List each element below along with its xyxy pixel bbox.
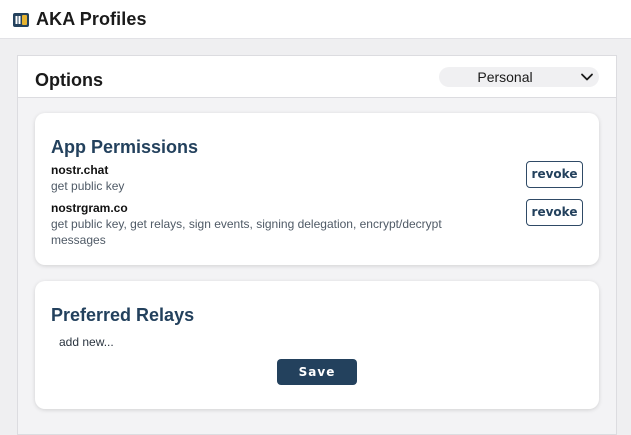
revoke-button-nostrgram-co[interactable]: revoke bbox=[526, 199, 583, 226]
permission-item-nostr-chat: nostr.chat get public key bbox=[51, 163, 591, 194]
options-title: Options bbox=[35, 70, 103, 90]
profile-select[interactable]: Personal bbox=[439, 67, 599, 87]
app-permissions-card: App Permissions nostr.chat get public ke… bbox=[35, 113, 599, 265]
permission-host: nostrgram.co bbox=[51, 201, 128, 215]
profile-select-value: Personal bbox=[477, 69, 533, 85]
preferred-relays-card: Preferred Relays add new... Save bbox=[35, 281, 599, 409]
app-title: AKA Profiles bbox=[36, 9, 147, 29]
add-relay-input[interactable]: add new... bbox=[59, 335, 114, 349]
preferred-relays-title: Preferred Relays bbox=[51, 305, 195, 325]
permission-scopes: get public key bbox=[51, 179, 125, 193]
revoke-button-nostr-chat[interactable]: revoke bbox=[526, 161, 583, 188]
chevron-down-icon bbox=[581, 73, 593, 81]
permission-host: nostr.chat bbox=[51, 163, 109, 177]
permission-scopes: get public key, get relays, sign events,… bbox=[51, 217, 442, 247]
app-permissions-title: App Permissions bbox=[51, 137, 199, 157]
permission-item-nostrgram-co: nostrgram.co get public key, get relays,… bbox=[51, 201, 591, 248]
save-button[interactable]: Save bbox=[277, 359, 357, 385]
aka-logo-icon bbox=[13, 13, 29, 27]
options-header: Options Personal bbox=[18, 56, 616, 98]
app-header: AKA Profiles bbox=[0, 0, 631, 39]
